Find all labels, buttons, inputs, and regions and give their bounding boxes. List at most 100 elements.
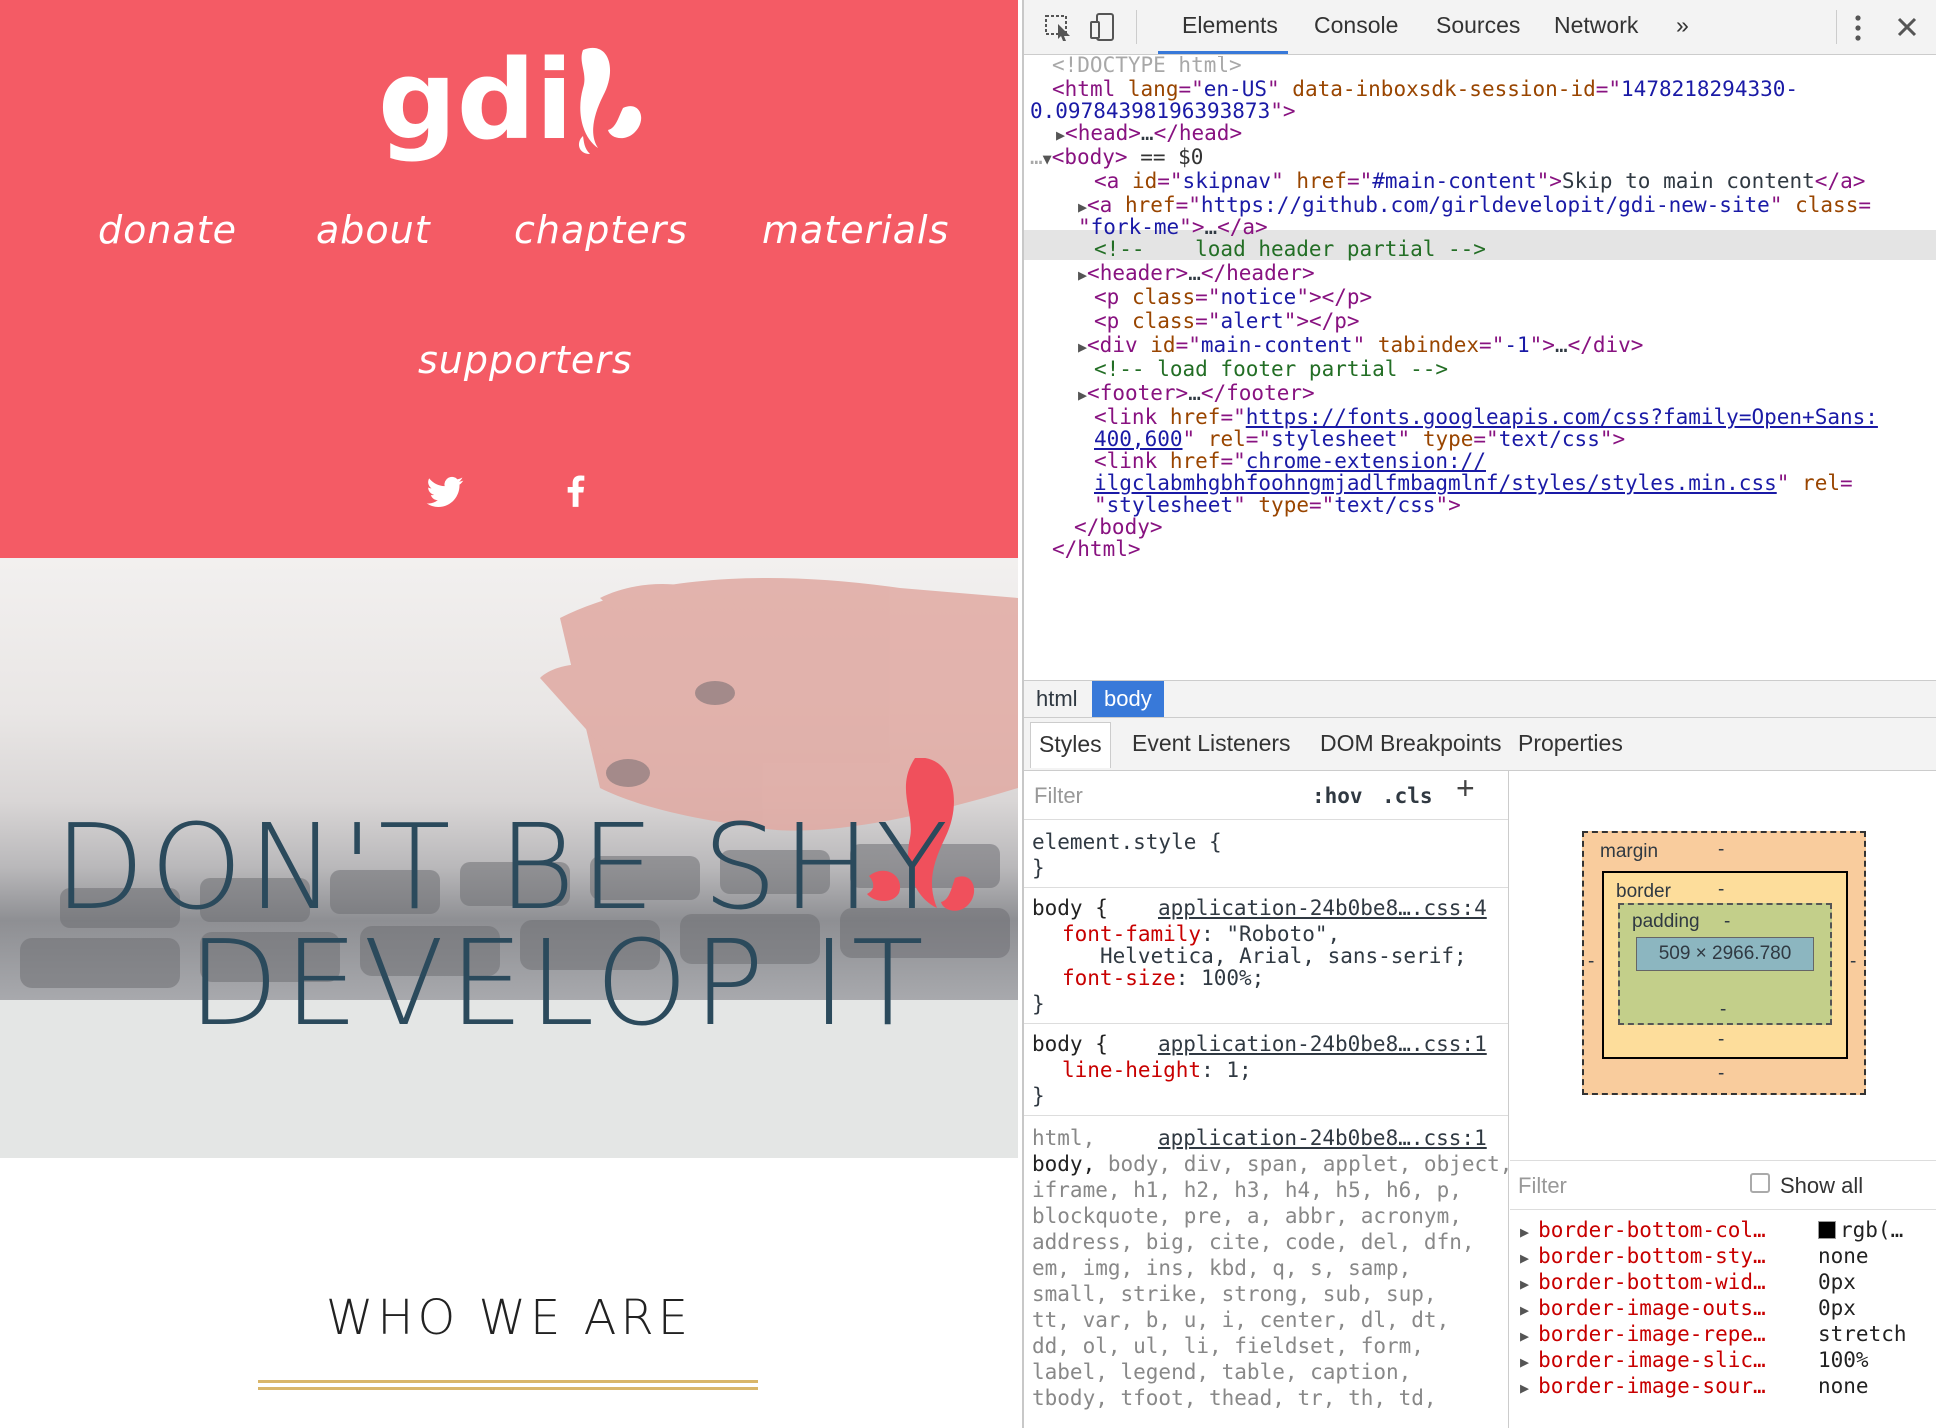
- box-border[interactable]: border - - padding - - 509 × 2966.780: [1602, 871, 1848, 1059]
- rule3-selector-line: iframe, h1, h2, h3, h4, h5, h6, p,: [1032, 1178, 1462, 1202]
- computed-prop-value: rgb(…: [1818, 1218, 1903, 1242]
- breadcrumb-html[interactable]: html: [1024, 681, 1090, 717]
- kebab-menu-icon[interactable]: [1850, 14, 1866, 42]
- gdi-logo[interactable]: gdi: [378, 38, 648, 168]
- twitter-icon[interactable]: [425, 472, 465, 512]
- breadcrumb: html body: [1024, 680, 1936, 718]
- rule3-selector-line: body, body, div, span, applet, object,: [1032, 1152, 1509, 1176]
- devtools-toolbar: Elements Console Sources Network »: [1024, 0, 1936, 55]
- computed-prop-value: 100%: [1818, 1348, 1869, 1372]
- margin-right-value: -: [1850, 951, 1857, 972]
- hero-section: DON'T BE SHY DEVELOP IT: [0, 558, 1018, 1158]
- padding-bottom-value: -: [1720, 999, 1727, 1020]
- computed-prop-value: none: [1818, 1374, 1869, 1398]
- devtools-panel: Elements Console Sources Network » <!DOC…: [1022, 0, 1936, 1428]
- box-content-size[interactable]: 509 × 2966.780: [1636, 937, 1814, 971]
- nav-supporters[interactable]: supporters: [418, 338, 633, 382]
- rule2-prop-line-height[interactable]: line-height: 1;: [1062, 1057, 1252, 1083]
- rule1-selector[interactable]: body {: [1032, 895, 1108, 921]
- computed-prop-row[interactable]: ▶ border-image-slic…: [1520, 1348, 1766, 1372]
- rule-separator: [1024, 1023, 1508, 1024]
- rule3-selector-line: blockquote, pre, a, abbr, acronym,: [1032, 1204, 1462, 1228]
- device-toolbar-icon[interactable]: [1088, 12, 1118, 42]
- computed-prop-value: 0px: [1818, 1296, 1856, 1320]
- element-style-rule[interactable]: element.style {: [1032, 829, 1222, 855]
- rule3-selector-first[interactable]: html,: [1032, 1125, 1095, 1151]
- new-rule-button[interactable]: +: [1456, 772, 1475, 804]
- rule-close-brace: }: [1032, 856, 1045, 880]
- rule3-source-link[interactable]: application-24b0be8….css:1: [1158, 1125, 1487, 1151]
- show-all-label: Show all: [1780, 1173, 1864, 1198]
- border-top-value: -: [1718, 879, 1725, 900]
- website-viewport: gdi donate about chapters materials supp…: [0, 0, 1018, 1428]
- color-swatch[interactable]: [1818, 1221, 1836, 1239]
- computed-prop-row[interactable]: ▶ border-image-sour…: [1520, 1374, 1766, 1398]
- margin-left-value: -: [1588, 951, 1595, 972]
- rule-separator: [1024, 1115, 1508, 1116]
- hero-headline-line2: DEVELOP IT: [188, 914, 929, 1052]
- toolbar-divider: [1836, 10, 1837, 44]
- rule3-selector-line: label, legend, table, caption,: [1032, 1360, 1412, 1384]
- active-tab-indicator: [1158, 51, 1288, 54]
- close-icon[interactable]: [1896, 16, 1918, 38]
- padding-label: padding: [1632, 911, 1700, 932]
- tab-console[interactable]: Console: [1314, 12, 1398, 39]
- facebook-icon[interactable]: [556, 470, 596, 510]
- rule-close-brace: }: [1032, 1084, 1045, 1108]
- rule-close-brace: }: [1032, 992, 1045, 1016]
- computed-prop-value: 0px: [1818, 1270, 1856, 1294]
- rule3-selector-line: tt, var, b, u, i, center, dl, dt,: [1032, 1308, 1450, 1332]
- computed-filter-input[interactable]: Filter: [1518, 1173, 1567, 1199]
- computed-prop-row[interactable]: ▶ border-bottom-col…: [1520, 1218, 1766, 1242]
- more-tabs-button[interactable]: »: [1676, 12, 1689, 39]
- section-divider: [258, 1380, 758, 1390]
- rule3-selector-line: small, strike, strong, sub, sup,: [1032, 1282, 1437, 1306]
- computed-prop-value: none: [1818, 1244, 1869, 1268]
- rule2-source-link[interactable]: application-24b0be8….css:1: [1158, 1031, 1487, 1057]
- logo-text: gdi: [378, 38, 573, 164]
- rule3-selector-line: dd, ol, ul, li, fieldset, form,: [1032, 1334, 1424, 1358]
- rule1-prop-font-size[interactable]: font-size: 100%;: [1062, 965, 1264, 991]
- dom-tree: <!DOCTYPE html> <html lang="en-US" data-…: [1024, 56, 1936, 680]
- nav-chapters[interactable]: chapters: [514, 208, 688, 252]
- computed-filter-bar: Filter Show all: [1510, 1160, 1936, 1210]
- tab-network[interactable]: Network: [1554, 12, 1638, 39]
- hover-state-toggle[interactable]: :hov: [1312, 783, 1363, 809]
- site-header: gdi donate about chapters materials supp…: [0, 0, 1018, 558]
- border-bottom-value: -: [1718, 1029, 1725, 1050]
- class-toggle[interactable]: .cls: [1382, 783, 1433, 809]
- margin-top-value: -: [1718, 839, 1725, 860]
- computed-prop-row[interactable]: ▶ border-image-repe…: [1520, 1322, 1766, 1346]
- rule3-selector-line: address, big, cite, code, del, dfn,: [1032, 1230, 1475, 1254]
- tab-properties[interactable]: Properties: [1518, 730, 1623, 757]
- padding-top-value: -: [1724, 911, 1731, 932]
- toolbar-divider: [1136, 10, 1137, 44]
- rule1-source-link[interactable]: application-24b0be8….css:4: [1158, 895, 1487, 921]
- margin-bottom-value: -: [1718, 1063, 1725, 1084]
- nav-materials[interactable]: materials: [762, 208, 949, 252]
- tab-styles[interactable]: Styles: [1030, 722, 1111, 768]
- nav-about[interactable]: about: [316, 208, 431, 252]
- box-padding[interactable]: padding - - 509 × 2966.780: [1618, 903, 1832, 1025]
- computed-prop-row[interactable]: ▶ border-bottom-sty…: [1520, 1244, 1766, 1268]
- tab-dom-breakpoints[interactable]: DOM Breakpoints: [1320, 730, 1502, 757]
- breadcrumb-body[interactable]: body: [1092, 681, 1164, 717]
- computed-prop-row[interactable]: ▶ border-image-outs…: [1520, 1296, 1766, 1320]
- html-close-node[interactable]: </html>: [1052, 534, 1141, 564]
- tab-event-listeners[interactable]: Event Listeners: [1132, 730, 1291, 757]
- box-margin[interactable]: margin - - - - border - - padding - - 50…: [1582, 831, 1866, 1095]
- show-all-checkbox[interactable]: [1750, 1173, 1770, 1193]
- styles-filter-input[interactable]: Filter: [1034, 783, 1083, 809]
- hero-headline-line1: DON'T BE SHY: [54, 798, 954, 936]
- computed-properties-list: ▶ border-bottom-col… rgb(… ▶ border-bott…: [1510, 1210, 1936, 1428]
- inspect-element-icon[interactable]: [1044, 14, 1074, 42]
- rule-separator: [1024, 887, 1508, 888]
- tab-elements[interactable]: Elements: [1182, 12, 1278, 39]
- tab-sources[interactable]: Sources: [1436, 12, 1520, 39]
- styles-filter-bar: Filter :hov .cls +: [1024, 771, 1508, 820]
- computed-prop-row[interactable]: ▶ border-bottom-wid…: [1520, 1270, 1766, 1294]
- nav-donate[interactable]: donate: [98, 208, 237, 252]
- rule3-selector-line: tbody, tfoot, thead, tr, th, td,: [1032, 1386, 1437, 1410]
- rule2-selector[interactable]: body {: [1032, 1031, 1108, 1057]
- margin-label: margin: [1600, 841, 1659, 862]
